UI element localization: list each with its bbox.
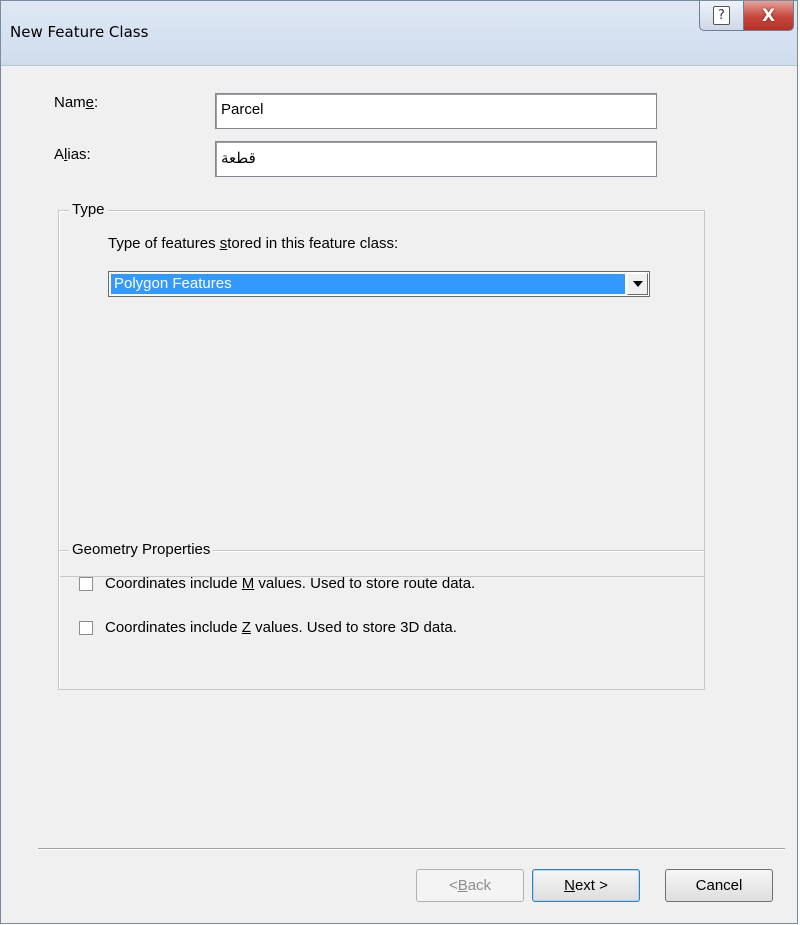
m-values-label: Coordinates include M values. Used to st… [105,575,476,592]
feature-type-selected-value: Polygon Features [110,273,626,295]
name-input-value: Parcel [221,101,264,118]
type-group-title: Type [69,201,108,218]
z-values-label: Coordinates include Z values. Used to st… [105,619,457,636]
feature-type-select[interactable]: Polygon Features [108,271,650,297]
m-values-option[interactable]: Coordinates include M values. Used to st… [79,575,475,592]
m-values-checkbox[interactable] [79,576,93,591]
z-values-checkbox[interactable] [79,620,93,635]
help-icon: ? [713,6,730,25]
geometry-group-title: Geometry Properties [69,541,214,558]
type-groupbox: Type [58,201,705,577]
name-input[interactable]: Parcel [215,93,657,129]
footer-separator [38,848,785,850]
back-button[interactable]: < Back [416,869,524,902]
z-values-option[interactable]: Coordinates include Z values. Used to st… [79,619,457,636]
type-description: Type of features stored in this feature … [108,235,399,252]
chevron-down-icon [632,281,643,287]
title-bar: New Feature Class ? X [1,1,797,66]
close-icon: X [761,5,776,26]
help-button[interactable]: ? [699,1,744,31]
window-title: New Feature Class [10,23,149,41]
new-feature-class-dialog: New Feature Class ? X Name: Parcel Alias… [0,0,798,924]
cancel-button[interactable]: Cancel [665,869,773,902]
name-label: Name: [54,94,99,111]
next-button[interactable]: Next > [532,869,640,902]
alias-label: Alias: [54,146,91,163]
close-button[interactable]: X [743,1,794,31]
dropdown-arrow-button[interactable] [627,273,648,295]
dialog-content: Name: Parcel Alias: قطعة Type Type of fe… [10,66,792,917]
alias-input[interactable]: قطعة [215,141,657,177]
alias-input-value: قطعة [221,150,256,167]
